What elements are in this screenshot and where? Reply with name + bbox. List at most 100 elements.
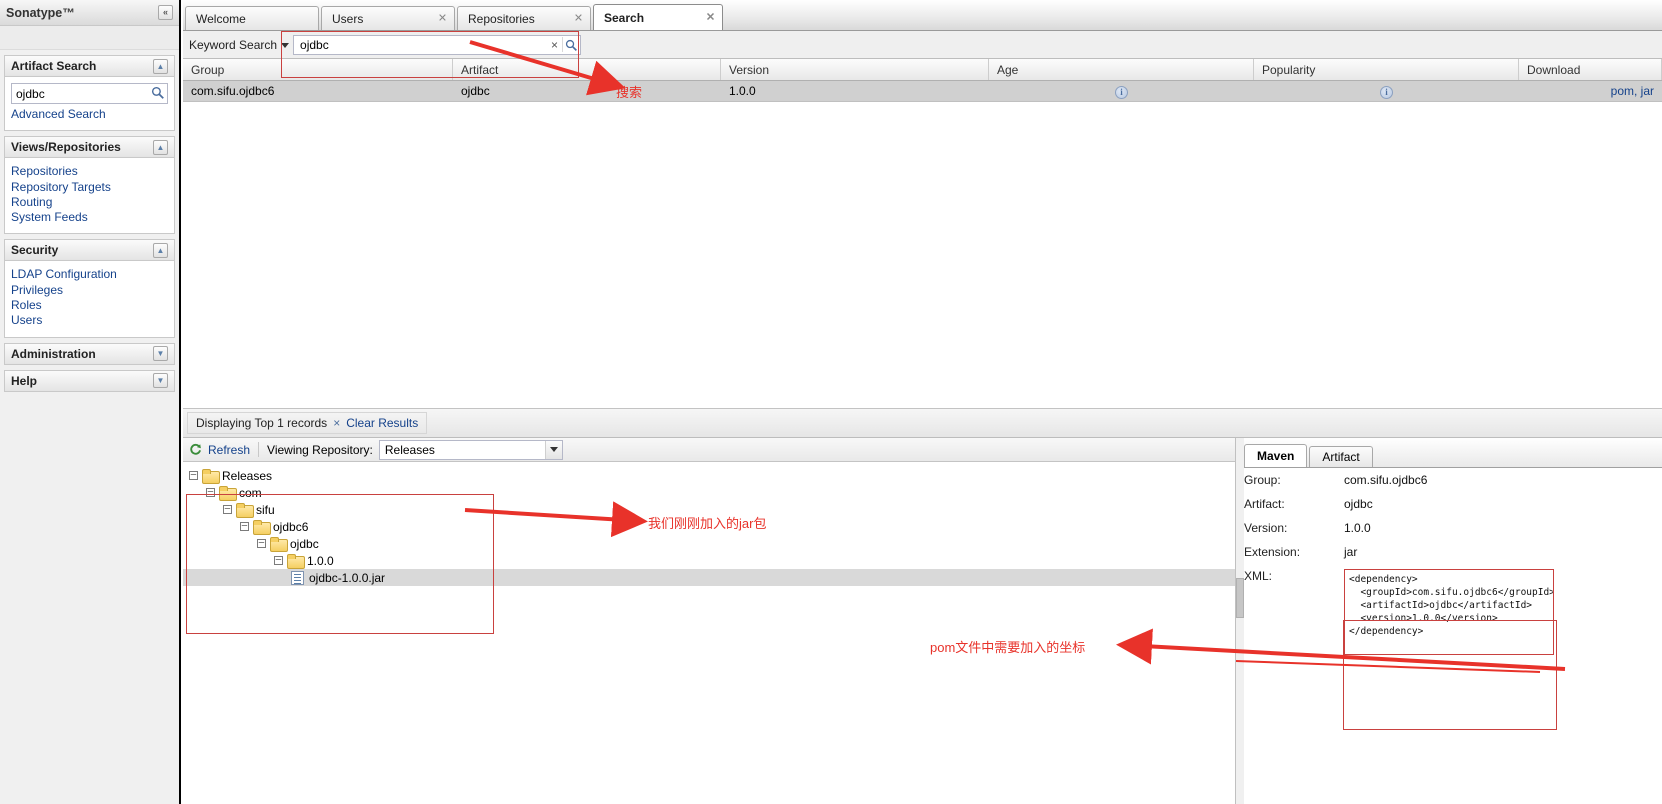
sidebar-brand-header: Sonatype™ « xyxy=(0,0,179,26)
left-sidebar: Sonatype™ « Artifact Search ▲ Advanced S… xyxy=(0,0,181,804)
search-mode-label[interactable]: Keyword Search xyxy=(189,38,277,52)
close-icon[interactable]: ✕ xyxy=(573,13,584,24)
section-body-views-repositories: Repositories Repository Targets Routing … xyxy=(4,158,175,235)
results-grid-header: Group Artifact Version Age Popularity Do… xyxy=(183,59,1662,81)
chevron-down-icon[interactable] xyxy=(281,43,290,48)
sidebar-item-system-feeds[interactable]: System Feeds xyxy=(11,210,168,225)
collapse-toggle-icon[interactable]: – xyxy=(206,488,215,497)
chevron-down-icon[interactable]: ▼ xyxy=(153,346,168,362)
section-header-help[interactable]: Help ▼ xyxy=(4,369,175,392)
sidebar-item-privileges[interactable]: Privileges xyxy=(11,283,168,298)
close-icon[interactable]: ✕ xyxy=(437,13,448,24)
sidebar-item-ldap-configuration[interactable]: LDAP Configuration xyxy=(11,267,168,282)
table-row[interactable]: com.sifu.ojdbc6 ojdbc 1.0.0 i i pom, jar xyxy=(183,81,1662,102)
tree-node-ojdbc-jar[interactable]: ojdbc-1.0.0.jar xyxy=(183,569,1235,586)
section-header-security[interactable]: Security ▲ xyxy=(4,239,175,262)
cell-download-links[interactable]: pom, jar xyxy=(1519,81,1662,101)
repository-tree-pane: Refresh Viewing Repository: Releases – R… xyxy=(183,438,1236,804)
chevron-down-icon[interactable] xyxy=(544,440,562,459)
repository-select-value: Releases xyxy=(384,442,435,457)
field-value-version: 1.0.0 xyxy=(1344,521,1371,535)
collapse-toggle-icon[interactable]: – xyxy=(257,539,266,548)
jar-file-icon xyxy=(291,570,304,585)
repository-tree: – Releases – com – sifu – ojdbc6 – ojdbc… xyxy=(183,462,1235,586)
bottom-split-panel: Refresh Viewing Repository: Releases – R… xyxy=(183,438,1662,804)
collapse-toggle-icon[interactable]: – xyxy=(223,505,232,514)
clear-results-icon[interactable]: × xyxy=(333,416,340,430)
sidebar-section-security: Security ▲ LDAP Configuration Privileges… xyxy=(4,239,175,338)
tab-search[interactable]: Search ✕ xyxy=(593,4,723,30)
tree-node-label: ojdbc-1.0.0.jar xyxy=(309,570,386,585)
collapse-toggle-icon[interactable]: – xyxy=(274,556,283,565)
field-value-artifact: ojdbc xyxy=(1344,497,1373,511)
column-header-group[interactable]: Group xyxy=(183,59,453,80)
column-header-artifact[interactable]: Artifact xyxy=(453,59,721,80)
sidebar-item-repository-targets[interactable]: Repository Targets xyxy=(11,180,168,195)
detail-scrollbar-thumb[interactable] xyxy=(1236,578,1244,618)
tab-welcome[interactable]: Welcome xyxy=(185,6,319,30)
chevron-up-icon[interactable]: ▲ xyxy=(153,242,168,258)
tree-node-label: ojdbc6 xyxy=(273,519,309,534)
cell-popularity: i xyxy=(1254,81,1519,101)
tree-node-ojdbc6[interactable]: – ojdbc6 xyxy=(183,518,1235,535)
tree-node-version-1-0-0[interactable]: – 1.0.0 xyxy=(183,552,1235,569)
info-icon[interactable]: i xyxy=(1115,86,1128,99)
sidebar-search-input[interactable] xyxy=(11,83,168,104)
sidebar-item-roles[interactable]: Roles xyxy=(11,298,168,313)
section-title-label: Artifact Search xyxy=(11,59,97,73)
chevron-up-icon[interactable]: ▲ xyxy=(153,139,168,155)
section-header-administration[interactable]: Administration ▼ xyxy=(4,342,175,365)
tree-node-label: 1.0.0 xyxy=(307,553,334,568)
tab-users[interactable]: Users ✕ xyxy=(321,6,455,30)
records-count-label: Displaying Top 1 records xyxy=(196,416,328,430)
chevron-up-icon[interactable]: ▲ xyxy=(153,58,168,74)
main-content-area: Welcome Users ✕ Repositories ✕ Search ✕ … xyxy=(183,0,1662,804)
sidebar-collapse-icon[interactable]: « xyxy=(158,5,173,20)
close-icon[interactable]: ✕ xyxy=(705,12,716,23)
sidebar-item-advanced-search[interactable]: Advanced Search xyxy=(11,107,168,122)
search-field-wrap: × xyxy=(293,34,582,55)
collapse-toggle-icon[interactable]: – xyxy=(189,471,198,480)
column-header-version[interactable]: Version xyxy=(721,59,989,80)
tab-maven[interactable]: Maven xyxy=(1244,444,1308,467)
sidebar-item-routing[interactable]: Routing xyxy=(11,195,168,210)
search-icon[interactable] xyxy=(562,37,580,52)
artifact-detail-pane: Maven Artifact Group: com.sifu.ojdbc6 Ar… xyxy=(1236,438,1662,804)
section-title-label: Help xyxy=(11,373,38,388)
clear-icon[interactable]: × xyxy=(547,38,562,52)
detail-scrollbar-track[interactable] xyxy=(1236,438,1244,804)
sidebar-item-repositories[interactable]: Repositories xyxy=(11,164,168,179)
detail-tab-label: Artifact xyxy=(1322,450,1360,464)
column-header-popularity[interactable]: Popularity xyxy=(1254,59,1519,80)
refresh-icon[interactable] xyxy=(189,443,202,456)
sidebar-section-views-repositories: Views/Repositories ▲ Repositories Reposi… xyxy=(4,136,175,235)
sidebar-item-users[interactable]: Users xyxy=(11,313,168,328)
search-icon[interactable] xyxy=(151,86,165,100)
column-header-download[interactable]: Download xyxy=(1519,59,1662,80)
folder-icon xyxy=(219,486,237,501)
clear-results-button[interactable]: Clear Results xyxy=(346,416,418,430)
sidebar-spacer xyxy=(0,26,179,50)
sidebar-section-help: Help ▼ xyxy=(4,369,175,392)
xml-dependency-snippet[interactable]: <dependency> <groupId>com.sifu.ojdbc6</g… xyxy=(1344,569,1554,655)
chevron-down-icon[interactable]: ▼ xyxy=(153,373,168,389)
folder-icon xyxy=(202,469,220,484)
refresh-button[interactable]: Refresh xyxy=(208,443,250,457)
column-header-age[interactable]: Age xyxy=(989,59,1254,80)
folder-icon xyxy=(253,520,271,535)
tree-node-ojdbc[interactable]: – ojdbc xyxy=(183,535,1235,552)
repository-select[interactable]: Releases xyxy=(378,439,563,460)
tree-node-sifu[interactable]: – sifu xyxy=(183,501,1235,518)
tree-node-releases[interactable]: – Releases xyxy=(183,467,1235,484)
detail-field-version: Version: 1.0.0 xyxy=(1236,516,1662,540)
section-title-label: Security xyxy=(11,243,59,258)
search-input[interactable] xyxy=(298,36,548,53)
tree-toolbar: Refresh Viewing Repository: Releases xyxy=(183,438,1235,462)
tree-node-com[interactable]: – com xyxy=(183,484,1235,501)
info-icon[interactable]: i xyxy=(1380,86,1393,99)
tab-repositories[interactable]: Repositories ✕ xyxy=(457,6,591,30)
collapse-toggle-icon[interactable]: – xyxy=(240,522,249,531)
section-header-artifact-search[interactable]: Artifact Search ▲ xyxy=(4,55,175,77)
section-header-views-repositories[interactable]: Views/Repositories ▲ xyxy=(4,136,175,159)
tab-artifact[interactable]: Artifact xyxy=(1309,446,1373,467)
